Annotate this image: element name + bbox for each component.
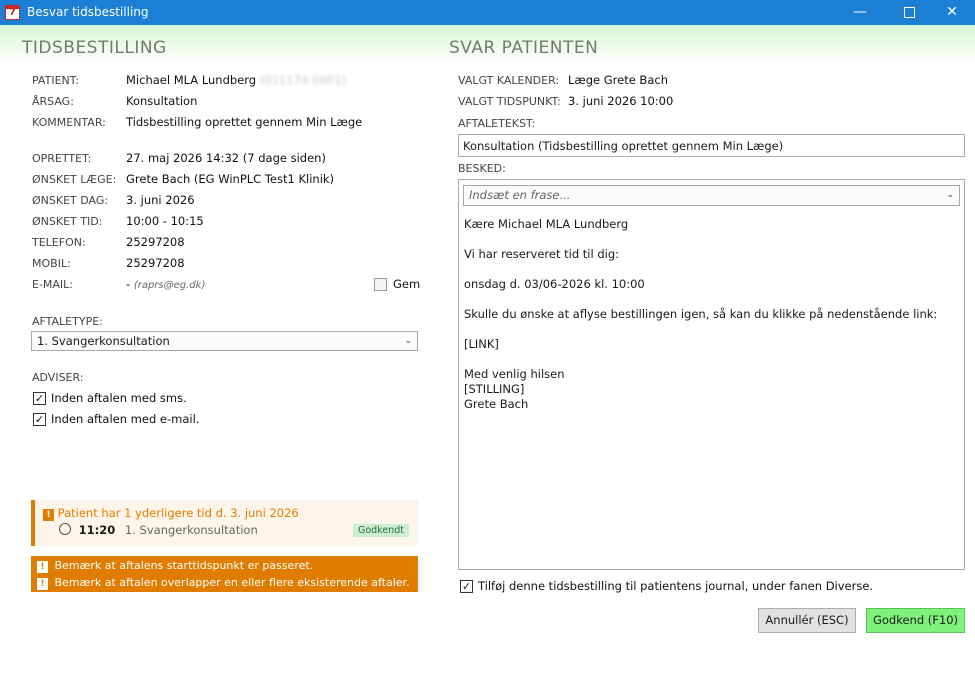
doctor-label: ØNSKET LÆGE: [32, 173, 117, 186]
other-appointments-info: ! Patient har 1 yderligere tid d. 3. jun… [31, 500, 418, 546]
comment-value: Tidsbestilling oprettet gennem Min Læge [126, 115, 363, 129]
minimize-icon: — [853, 4, 867, 20]
right-section-title: SVAR PATIENTEN [449, 38, 599, 58]
patient-name-text: Michael MLA Lundberg [126, 73, 257, 87]
message-signer: Grete Bach [464, 397, 529, 411]
message-reserved: Vi har reserveret tid til dig: [464, 247, 620, 261]
email-value: - (raprs@eg.dk) [126, 277, 205, 291]
timeslot-label: VALGT TIDSPUNKT: [458, 95, 561, 108]
appt-type-label: AFTALETYPE: [32, 315, 103, 328]
warning-row-2: ! Bemærk at aftalen overlapper en eller … [37, 576, 410, 590]
timeslot-value: 3. juni 2026 10:00 [568, 94, 674, 108]
appt-text-field[interactable]: Konsultation (Tidsbestilling oprettet ge… [458, 134, 965, 157]
chevron-down-icon: ⌄ [946, 190, 954, 200]
appt-text-label: AFTALETEKST: [458, 117, 536, 130]
email-label: E-MAIL: [32, 278, 74, 291]
chevron-down-icon: ⌄ [404, 336, 412, 346]
appt-text-value: Konsultation (Tidsbestilling oprettet ge… [463, 139, 784, 153]
day-value: 3. juni 2026 [126, 193, 195, 207]
warning-icon: ! [37, 578, 48, 590]
approve-button[interactable]: Godkend (F10) [866, 608, 965, 633]
calendar-app-icon: 7 [5, 5, 20, 20]
message-when: onsdag d. 03/06-2026 kl. 10:00 [464, 277, 645, 291]
email-address: (raprs@eg.dk) [133, 280, 206, 291]
phone-label: TELEFON: [32, 236, 86, 249]
phone-value: 25297208 [126, 235, 185, 249]
warnings-box: ! Bemærk at aftalens starttidspunkt er p… [31, 556, 418, 592]
message-link: [LINK] [464, 337, 499, 351]
notify-label: ADVISER: [32, 371, 84, 384]
doctor-value: Grete Bach (EG WinPLC Test1 Klinik) [126, 172, 335, 186]
maximize-button[interactable] [886, 0, 932, 25]
message-textarea[interactable]: Indsæt en frase... ⌄ Kære Michael MLA Lu… [458, 179, 965, 570]
minimize-button[interactable]: — [837, 0, 883, 25]
title-bar: 7 Besvar tidsbestilling — ✕ [0, 0, 975, 25]
close-icon: ✕ [946, 4, 958, 20]
message-regards: Med venlig hilsen [464, 367, 565, 381]
phrase-placeholder: Indsæt en frase... [469, 188, 571, 202]
reason-value: Konsultation [126, 94, 198, 108]
phrase-select[interactable]: Indsæt en frase... ⌄ [463, 185, 960, 206]
journal-checkbox-label: Tilføj denne tidsbestilling til patiente… [478, 579, 874, 593]
message-position: [STILLING] [464, 382, 525, 396]
calendar-label: VALGT KALENDER: [458, 74, 560, 87]
time-label: ØNSKET TID: [32, 215, 103, 228]
notify-email-checkbox[interactable]: ✓ [33, 413, 46, 426]
maximize-icon [903, 6, 915, 18]
close-button[interactable]: ✕ [929, 0, 975, 25]
left-section-title: TIDSBESTILLING [22, 38, 167, 58]
save-email-checkbox[interactable] [374, 278, 387, 291]
appt-type-select[interactable]: 1. Svangerkonsultation ⌄ [31, 331, 418, 351]
journal-checkbox[interactable]: ✓ [460, 580, 473, 593]
info-title: Patient har 1 yderligere tid d. 3. juni … [57, 506, 299, 520]
notify-sms-checkbox[interactable]: ✓ [33, 392, 46, 405]
warning-text-2: Bemærk at aftalen overlapper en eller fl… [54, 576, 410, 589]
message-cancel: Skulle du ønske at aflyse bestillingen i… [464, 307, 938, 321]
notify-sms-label: Inden aftalen med sms. [51, 391, 187, 405]
message-body: Kære Michael MLA Lundberg Vi har reserve… [464, 217, 937, 412]
reason-label: ÅRSAG: [32, 95, 74, 108]
save-email-label: Gem [393, 277, 421, 291]
comment-label: KOMMENTAR: [32, 116, 106, 129]
info-time: 11:20 [78, 523, 116, 537]
day-label: ØNSKET DAG: [32, 194, 109, 207]
info-type: 1. Svangerkonsultation [124, 523, 258, 537]
email-dash: - [126, 277, 131, 291]
warning-icon: ! [37, 561, 48, 573]
mobile-label: MOBIL: [32, 257, 71, 270]
patient-id-redacted: (011174-0001) [259, 73, 347, 87]
appt-type-value: 1. Svangerkonsultation [37, 334, 170, 348]
warning-text-1: Bemærk at aftalens starttidspunkt er pas… [54, 559, 314, 572]
patient-label: PATIENT: [32, 74, 79, 87]
time-value: 10:00 - 10:15 [126, 214, 204, 228]
notify-email-label: Inden aftalen med e-mail. [51, 412, 200, 426]
created-label: OPRETTET: [32, 152, 92, 165]
cancel-button[interactable]: Annullér (ESC) [758, 608, 856, 633]
status-badge: Godkendt [353, 524, 409, 537]
patient-name: Michael MLA Lundberg (011174-0001) [126, 73, 346, 87]
warning-row-1: ! Bemærk at aftalens starttidspunkt er p… [37, 559, 313, 573]
message-label: BESKED: [458, 162, 506, 175]
mobile-value: 25297208 [126, 256, 185, 270]
warning-icon: ! [43, 509, 54, 521]
message-greeting: Kære Michael MLA Lundberg [464, 217, 629, 231]
created-value: 27. maj 2026 14:32 (7 dage siden) [126, 151, 326, 165]
window-title: Besvar tidsbestilling [27, 5, 149, 19]
clock-icon [59, 523, 71, 535]
calendar-value: Læge Grete Bach [568, 73, 668, 87]
